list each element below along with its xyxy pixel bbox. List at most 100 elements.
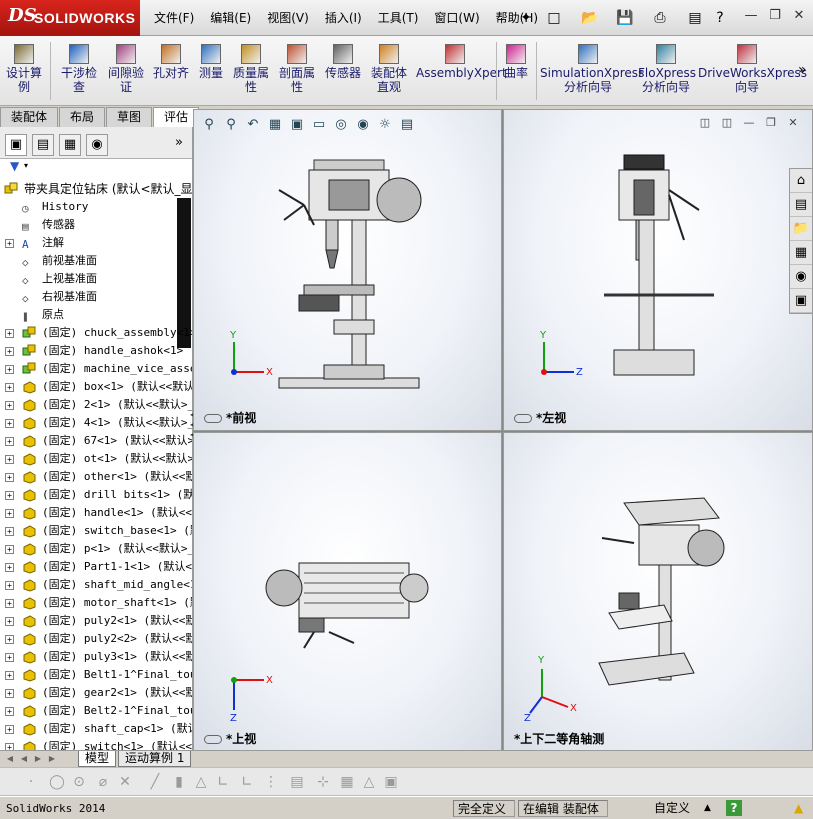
mass-props-button[interactable]: 质量属性 bbox=[228, 42, 274, 94]
driveworksxpress-button[interactable]: DriveWorksXpress 向导 bbox=[698, 42, 807, 94]
viewport-isometric[interactable]: Y X Z *上下二等角轴测 bbox=[503, 432, 813, 752]
expand-icon[interactable]: + bbox=[5, 509, 14, 518]
grid-icon[interactable]: ▦ bbox=[338, 773, 356, 791]
cross-icon[interactable]: ✕ bbox=[116, 773, 134, 791]
tree-item[interactable]: ◇ 前视基准面 bbox=[0, 252, 192, 270]
expand-icon[interactable]: + bbox=[5, 671, 14, 680]
feature-tree-tab-icon[interactable]: ▣ bbox=[5, 134, 27, 156]
interference-check-button[interactable]: 干涉检查 bbox=[56, 42, 102, 94]
component-row[interactable]: + (固定) 4<1> (默认<<默认>_ bbox=[0, 414, 192, 432]
expand-icon[interactable]: + bbox=[5, 653, 14, 662]
circle-center-icon[interactable]: ⊙ bbox=[70, 773, 88, 791]
open-folder-icon[interactable]: 📂 bbox=[580, 8, 600, 28]
custom-properties-icon[interactable]: ▣ bbox=[790, 290, 812, 313]
drill-press-left-model[interactable] bbox=[584, 150, 754, 390]
component-row[interactable]: + (固定) switch<1> (默认<< bbox=[0, 738, 192, 750]
sketch-warning-icon[interactable]: △ bbox=[360, 773, 378, 791]
angle-icon[interactable]: ∟ bbox=[214, 773, 232, 791]
tree-item[interactable]: ◇ 右视基准面 bbox=[0, 288, 192, 306]
view-settings-icon[interactable]: ▤ bbox=[396, 114, 418, 136]
sensor-button[interactable]: 传感器 bbox=[322, 42, 364, 80]
component-row[interactable]: + (固定) box<1> (默认<<默认> bbox=[0, 378, 192, 396]
design-study-button[interactable]: 设计算例 bbox=[4, 42, 44, 94]
component-row[interactable]: + (固定) gear2<1> (默认<<默 bbox=[0, 684, 192, 702]
print-icon[interactable]: ⎙ bbox=[650, 8, 670, 28]
appearance-icon[interactable]: ◉ bbox=[352, 114, 374, 136]
expand-icon[interactable]: + bbox=[5, 239, 14, 248]
save-icon[interactable]: 💾 bbox=[615, 8, 635, 28]
viewport-top[interactable]: X Z *上视 bbox=[193, 432, 502, 752]
cmd-tab-2[interactable]: 草图 bbox=[106, 107, 153, 127]
viewport-minimize-icon[interactable]: — bbox=[738, 116, 760, 132]
cmd-tab-1[interactable]: 布局 bbox=[59, 107, 106, 127]
options-icon[interactable]: ▤ bbox=[685, 8, 705, 28]
view-palette-icon[interactable]: ▦ bbox=[790, 242, 812, 265]
tile-horizontal-icon[interactable]: ◫ bbox=[694, 116, 716, 132]
minimize-icon[interactable]: — bbox=[740, 6, 762, 26]
link-view-icon[interactable] bbox=[204, 735, 222, 744]
dimension-icon[interactable]: ▤ bbox=[288, 773, 306, 791]
cmd-tab-0[interactable]: 装配体 bbox=[0, 107, 59, 127]
component-row[interactable]: + (固定) puly2<1> (默认<<默 bbox=[0, 612, 192, 630]
new-document-icon[interactable]: □ bbox=[544, 8, 564, 28]
assemblyxpert-button[interactable]: AssemblyXpert bbox=[416, 42, 507, 80]
view-orientation-icon[interactable]: ▣ bbox=[286, 114, 308, 136]
zoom-area-icon[interactable]: ⚲ bbox=[220, 114, 242, 136]
restore-icon[interactable]: ❐ bbox=[764, 6, 786, 26]
component-row[interactable]: + (固定) other<1> (默认<<默认 bbox=[0, 468, 192, 486]
appearances-icon[interactable]: ◉ bbox=[790, 266, 812, 289]
line-icon[interactable]: ╱ bbox=[146, 773, 164, 791]
filter-dropdown-icon[interactable]: ▾ bbox=[24, 161, 28, 170]
hide-show-icon[interactable]: ◎ bbox=[330, 114, 352, 136]
repair-icon[interactable]: ▣ bbox=[382, 773, 400, 791]
tree-item[interactable]: ◇ 上视基准面 bbox=[0, 270, 192, 288]
menu-item-1[interactable]: 编辑(E) bbox=[202, 10, 259, 28]
config-tab-icon[interactable]: ▦ bbox=[59, 134, 81, 156]
component-row[interactable]: + (固定) Part1-1<1> (默认<< bbox=[0, 558, 192, 576]
tree-item[interactable]: ◷ History bbox=[0, 198, 192, 216]
expand-icon[interactable]: + bbox=[5, 437, 14, 446]
menu-item-4[interactable]: 工具(T) bbox=[370, 10, 427, 28]
expand-icon[interactable]: + bbox=[5, 743, 14, 750]
relation-icon[interactable]: ⊹ bbox=[314, 773, 332, 791]
expand-icon[interactable]: + bbox=[5, 707, 14, 716]
expand-icon[interactable]: + bbox=[5, 689, 14, 698]
angle-2-icon[interactable]: ∟ bbox=[238, 773, 256, 791]
dots-icon[interactable]: ⋮ bbox=[262, 773, 280, 791]
more-commands-icon[interactable]: » bbox=[798, 62, 807, 78]
component-row[interactable]: + (固定) shaft_mid_angle<1> bbox=[0, 576, 192, 594]
component-row[interactable]: + (固定) drill bits<1> (默认 bbox=[0, 486, 192, 504]
last-tab-icon[interactable]: ▶ bbox=[46, 753, 58, 765]
component-row[interactable]: + (固定) 67<1> (默认<<默认> bbox=[0, 432, 192, 450]
status-units[interactable]: 自定义 bbox=[650, 800, 694, 817]
rebuild-icon[interactable]: ▲ bbox=[790, 800, 807, 817]
link-view-icon[interactable] bbox=[204, 414, 222, 423]
tab-motion-study[interactable]: 运动算例 1 bbox=[118, 751, 192, 767]
expand-icon[interactable]: + bbox=[5, 419, 14, 428]
component-row[interactable]: + (固定) shaft_cap<1> (默认 bbox=[0, 720, 192, 738]
tree-item[interactable]: ❚ 原点 bbox=[0, 306, 192, 324]
component-row[interactable]: + (固定) ot<1> (默认<<默认> bbox=[0, 450, 192, 468]
drill-press-top-model[interactable] bbox=[259, 548, 439, 658]
property-tab-icon[interactable]: ▤ bbox=[32, 134, 54, 156]
component-row[interactable]: + (固定) p<1> (默认<<默认>_ bbox=[0, 540, 192, 558]
expand-icon[interactable]: + bbox=[5, 635, 14, 644]
expand-icon[interactable]: + bbox=[5, 347, 14, 356]
component-row[interactable]: + (固定) Belt2-1^Final_touc bbox=[0, 702, 192, 720]
expand-icon[interactable]: + bbox=[5, 599, 14, 608]
viewport-left[interactable]: ◫ ◫ — ❐ ✕ Y Z *左视 bbox=[503, 109, 813, 431]
floxpress-button[interactable]: FloXpress 分析向导 bbox=[638, 42, 696, 94]
component-row[interactable]: + (固定) chuck_assembly<1> (默 bbox=[0, 324, 192, 342]
expand-icon[interactable]: + bbox=[5, 329, 14, 338]
zoom-fit-icon[interactable]: ⚲ bbox=[198, 114, 220, 136]
close-icon[interactable]: ✕ bbox=[788, 6, 810, 26]
measure-button[interactable]: 测量 bbox=[196, 42, 226, 80]
tile-vertical-icon[interactable]: ◫ bbox=[716, 116, 738, 132]
hole-align-button[interactable]: 孔对齐 bbox=[150, 42, 192, 80]
drill-press-iso-model[interactable] bbox=[594, 493, 734, 693]
previous-view-icon[interactable]: ↶ bbox=[242, 114, 264, 136]
clearance-verify-button[interactable]: 间隙验证 bbox=[104, 42, 148, 94]
expand-icon[interactable]: + bbox=[5, 617, 14, 626]
section-view-icon[interactable]: ▦ bbox=[264, 114, 286, 136]
component-row[interactable]: + (固定) puly3<1> (默认<<默 bbox=[0, 648, 192, 666]
